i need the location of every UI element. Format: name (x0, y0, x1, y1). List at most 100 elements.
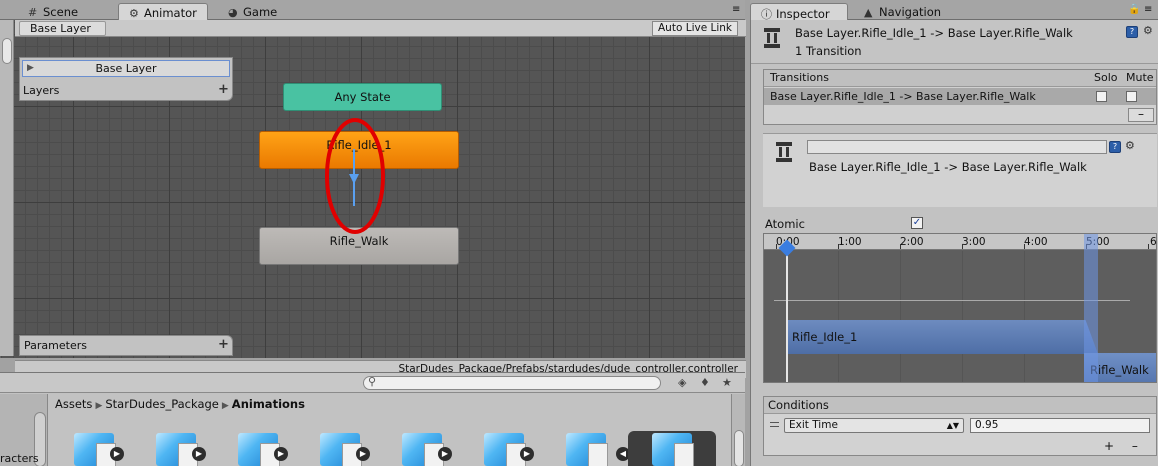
solo-label: Solo (1094, 71, 1118, 84)
play-icon[interactable]: ▶ (356, 447, 370, 461)
ruler-tick-label: 6 (1150, 236, 1157, 248)
conditions-header: Conditions (764, 397, 1156, 414)
inspector-title: Base Layer.Rifle_Idle_1 -> Base Layer.Ri… (795, 26, 1073, 40)
ruler-tick-label: 4:00 (1024, 236, 1048, 248)
play-icon[interactable]: ▶ (520, 447, 534, 461)
animation-asset[interactable]: ▶ (148, 431, 208, 466)
transition-row[interactable]: Base Layer.Rifle_Idle_1 -> Base Layer.Ri… (764, 88, 1156, 105)
clip-rifle-idle-1[interactable]: Rifle_Idle_1 (786, 320, 1098, 354)
gear-icon[interactable]: ⚙ (1143, 24, 1153, 37)
transitions-header: Transitions Solo Mute (764, 70, 1156, 87)
ruler-tick-label: 2:00 (900, 236, 924, 248)
transition-row-label: Base Layer.Rifle_Idle_1 -> Base Layer.Ri… (770, 90, 1036, 103)
transition-arrowhead (349, 174, 359, 184)
remove-transition-button[interactable]: – (1128, 108, 1154, 122)
cube-icon (74, 433, 116, 466)
condition-buttons: + – (1104, 439, 1138, 453)
cube-icon (402, 433, 444, 466)
animator-graph[interactable]: Base Layer Auto Live Link ▶ Base Layer L… (0, 20, 746, 378)
breadcrumb-stardudes-package[interactable]: StarDudes_Package (105, 397, 219, 411)
animator-left-scrollbar[interactable] (0, 20, 14, 356)
transition-icon (775, 142, 793, 164)
help-icon[interactable]: ? (1109, 141, 1121, 153)
mute-checkbox[interactable] (1126, 91, 1137, 102)
project-breadcrumb: Assets ▶ StarDudes_Package ▶ Animations (55, 397, 305, 411)
tab-navigation[interactable]: ▲ Navigation (854, 3, 951, 20)
tab-game[interactable]: ◕ Game (218, 3, 287, 20)
ruler-tick-label: 3:00 (962, 236, 986, 248)
animation-asset[interactable]: ▶ (230, 431, 290, 466)
navigation-icon: ▲ (864, 6, 873, 19)
condition-value-field[interactable]: 0.95 (970, 418, 1150, 433)
blend-curve (774, 300, 1130, 301)
tab-inspector[interactable]: ⓘ Inspector (750, 3, 848, 21)
cube-icon (652, 433, 694, 466)
animation-asset[interactable]: ▶ (312, 431, 372, 466)
tab-scene[interactable]: # Scene (18, 3, 88, 20)
animation-asset-selected[interactable] (628, 431, 716, 466)
pacman-icon: ◕ (228, 6, 238, 19)
filter-by-label-icon[interactable]: ♦ (700, 376, 710, 389)
play-icon[interactable]: ▶ (110, 447, 124, 461)
breadcrumb-animations[interactable]: Animations (232, 397, 305, 411)
add-condition-button[interactable]: + (1104, 439, 1114, 453)
animation-asset[interactable]: ◀ (558, 431, 630, 466)
tab-animator[interactable]: ⚙ Animator (118, 3, 208, 20)
panel-menu-icon-right[interactable]: ≡ (1144, 4, 1152, 15)
condition-parameter-select[interactable]: Exit Time ▲▼ (784, 418, 964, 433)
transition-detail: ? ⚙ Base Layer.Rifle_Idle_1 -> Base Laye… (763, 133, 1157, 207)
cube-icon (320, 433, 362, 466)
atomic-checkbox[interactable]: ✓ (911, 217, 923, 229)
transitions-list: Transitions Solo Mute Base Layer.Rifle_I… (763, 69, 1157, 125)
animation-asset[interactable]: ▶ (476, 431, 536, 466)
gear-icon[interactable]: ⚙ (1125, 139, 1135, 152)
search-icon: ⚲ (368, 375, 377, 388)
project-toolbar: ⚲ ◈ ♦ ★ (0, 373, 745, 393)
animation-asset[interactable]: ▶ (66, 431, 126, 466)
animation-asset[interactable]: ▶ (394, 431, 454, 466)
transition-detail-name: Base Layer.Rifle_Idle_1 -> Base Layer.Ri… (809, 160, 1087, 174)
chevron-down-icon: ▲▼ (946, 421, 959, 430)
cube-icon (566, 433, 608, 466)
lock-icon[interactable]: 🔒 (1128, 4, 1140, 15)
right-tab-bar: ⓘ Inspector ▲ Navigation 🔒 ≡ (750, 0, 1158, 21)
solo-checkbox[interactable] (1096, 91, 1107, 102)
transition-name-field[interactable] (807, 140, 1107, 154)
panel-menu-icon[interactable]: ≡ (732, 4, 740, 15)
scrollbar-thumb[interactable] (734, 430, 744, 466)
project-scrollbar[interactable] (731, 394, 745, 466)
search-input[interactable]: ⚲ (363, 375, 661, 390)
hash-icon: # (28, 6, 38, 19)
inspector-panel: Base Layer.Rifle_Idle_1 -> Base Layer.Ri… (750, 20, 1158, 466)
play-icon[interactable]: ▶ (274, 447, 288, 461)
breadcrumb-assets[interactable]: Assets (55, 397, 92, 411)
cube-icon (238, 433, 280, 466)
ruler-tick-label: 1:00 (838, 236, 862, 248)
help-icon[interactable]: ? (1126, 26, 1138, 38)
folder-tree-item[interactable]: racters (0, 452, 39, 465)
transitions-label: Transitions (770, 71, 829, 84)
transition-timeline[interactable]: 0:00 1:00 2:00 3:00 4:00 5:00 6 Rifle_Id… (763, 233, 1157, 383)
project-folder-tree[interactable]: racters (0, 394, 48, 466)
cube-icon (484, 433, 526, 466)
left-tab-bar: # Scene ⚙ Animator ◕ Game ≡ (0, 0, 745, 20)
playhead[interactable] (786, 251, 788, 382)
play-icon[interactable]: ▶ (192, 447, 206, 461)
inspector-subtitle: 1 Transition (795, 44, 862, 58)
mute-label: Mute (1126, 71, 1154, 84)
atomic-label: Atomic (765, 217, 805, 231)
chevron-right-icon: ▶ (221, 401, 229, 411)
transition-blend-zone[interactable] (1084, 234, 1098, 382)
drag-handle-icon[interactable] (770, 422, 779, 427)
play-icon[interactable]: ▶ (438, 447, 452, 461)
scrollbar-thumb[interactable] (2, 38, 12, 64)
inspector-header: Base Layer.Rifle_Idle_1 -> Base Layer.Ri… (751, 20, 1158, 64)
transition-overlay (325, 118, 385, 234)
chevron-right-icon: ▶ (95, 401, 103, 411)
filter-by-type-icon[interactable]: ◈ (678, 376, 686, 389)
timeline-ruler[interactable]: 0:00 1:00 2:00 3:00 4:00 5:00 6 (764, 234, 1157, 250)
condition-row: Exit Time ▲▼ 0.95 (764, 416, 1156, 436)
transition-icon (763, 28, 781, 50)
remove-condition-button[interactable]: – (1132, 439, 1138, 453)
favorite-star-icon[interactable]: ★ (722, 376, 732, 389)
